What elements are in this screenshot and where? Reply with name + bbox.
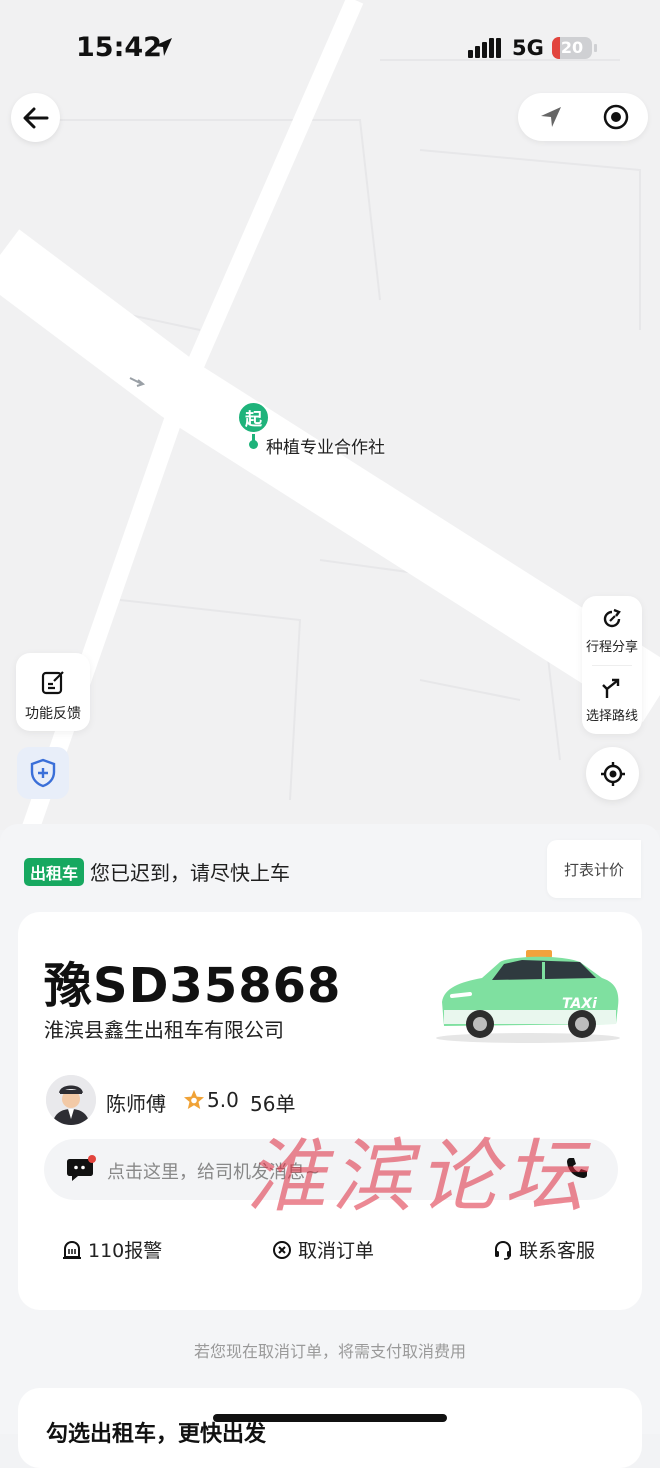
- signal-icon: [468, 38, 501, 58]
- locate-me-button[interactable]: [586, 747, 639, 800]
- navigation-button[interactable]: [518, 93, 583, 141]
- crosshair-icon: [600, 761, 625, 786]
- arrow-left-icon: [23, 107, 48, 128]
- meter-pricing-button[interactable]: 打表计价: [547, 840, 641, 898]
- follow-location-button[interactable]: [583, 93, 648, 141]
- route-fork-icon: [602, 678, 620, 698]
- choose-route-label: 选择路线: [585, 709, 638, 724]
- feedback-label: 功能反馈: [25, 706, 81, 722]
- share-trip-label: 行程分享: [585, 640, 638, 655]
- map-mode-toggle: [518, 93, 648, 141]
- service-tag: 出租车: [24, 857, 85, 886]
- cancel-fee-hint: 若您现在取消订单，将需支付取消费用: [193, 1342, 466, 1361]
- cancel-order-button[interactable]: 取消订单: [272, 1236, 374, 1263]
- back-button[interactable]: [11, 93, 60, 142]
- clock: 15:42: [76, 32, 162, 63]
- battery-tip: [594, 44, 597, 52]
- trip-status-row: 出租车 您已迟到，请尽快上车: [24, 857, 290, 886]
- cancel-order-label: 取消订单: [298, 1240, 375, 1262]
- driver-order-count: 56单: [250, 1092, 296, 1116]
- edit-note-icon: [41, 671, 64, 695]
- alarm-110-icon: [63, 1240, 81, 1259]
- safety-shield-button[interactable]: [17, 747, 69, 799]
- chat-bubble-icon: [67, 1155, 96, 1181]
- battery-level: 20: [560, 38, 584, 57]
- target-icon: [603, 104, 628, 130]
- pickup-badge: 起: [237, 401, 270, 434]
- order-actions: 110报警 取消订单 联系客服: [18, 1236, 642, 1286]
- contact-service-button[interactable]: 联系客服: [493, 1236, 595, 1263]
- taxi-company: 淮滨县鑫生出租车有限公司: [44, 1018, 284, 1042]
- feedback-button[interactable]: 功能反馈: [16, 653, 90, 731]
- network-type: 5G: [512, 36, 544, 60]
- share-trip-button[interactable]: 行程分享: [582, 596, 642, 665]
- contact-service-label: 联系客服: [519, 1240, 596, 1262]
- pickup-pin: 起: [237, 401, 293, 449]
- star-icon: [184, 1090, 204, 1109]
- trip-tools: 行程分享 选择路线: [582, 596, 642, 734]
- driver-name: 陈师傅: [106, 1092, 166, 1116]
- driver-avatar-image: [46, 1075, 96, 1125]
- status-bar: 15:42 5G 20: [0, 0, 660, 96]
- pickup-label: 种植专业合作社: [266, 438, 385, 458]
- svg-text:TAXi: TAXi: [562, 996, 597, 1012]
- headset-icon: [495, 1240, 511, 1260]
- battery-icon: 20: [552, 37, 592, 59]
- phone-call-icon[interactable]: [564, 1155, 590, 1181]
- taxi-car-illustration: TAXi: [436, 950, 620, 1043]
- driver-avatar: [46, 1075, 96, 1125]
- license-plate: 豫SD35868: [44, 958, 342, 1014]
- shield-plus-icon: [30, 758, 56, 788]
- message-placeholder: 点击这里，给司机发消息~: [107, 1162, 321, 1183]
- location-arrow-icon: [154, 38, 172, 56]
- choose-route-button[interactable]: 选择路线: [582, 665, 642, 734]
- police-110-button[interactable]: 110报警: [62, 1236, 162, 1263]
- driver-rating: 5.0: [207, 1088, 239, 1112]
- cancel-circle-icon: [273, 1240, 291, 1259]
- trip-status-message: 您已迟到，请尽快上车: [90, 861, 291, 885]
- police-110-label: 110报警: [88, 1240, 163, 1262]
- navigation-arrow-icon: [540, 107, 561, 127]
- message-driver-bar[interactable]: 点击这里，给司机发消息~: [44, 1139, 618, 1200]
- home-indicator[interactable]: [213, 1414, 447, 1422]
- share-refresh-icon: [603, 608, 621, 628]
